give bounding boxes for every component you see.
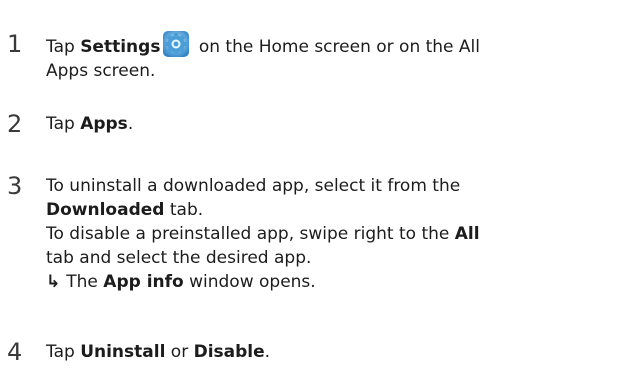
downloaded-tab-label: Downloaded — [46, 200, 165, 220]
step-line: Tap Settings on the Home screen or on th… — [46, 30, 616, 59]
result-line: ↳ The App info window opens. — [46, 272, 316, 292]
result-arrow-icon: ↳ — [46, 272, 61, 292]
step-line: Apps screen. — [46, 61, 156, 81]
step-line: To disable a preinstalled app, swipe rig… — [46, 224, 480, 244]
settings-label: Settings — [80, 37, 161, 57]
step-text: Tap Settings on the Home screen or on th… — [46, 30, 616, 83]
apps-label: Apps — [80, 114, 128, 134]
settings-gear-icon — [162, 30, 190, 58]
all-tab-label: All — [454, 224, 480, 244]
uninstall-label: Uninstall — [80, 342, 166, 362]
app-info-label: App info — [103, 272, 184, 292]
step-number: 4 — [7, 338, 23, 366]
step-text: Tap Uninstall or Disable. — [46, 340, 616, 364]
disable-label: Disable — [193, 342, 265, 362]
step-line: Tap Apps. — [46, 114, 134, 134]
step-number: 2 — [7, 110, 23, 138]
step-line: tab and select the desired app. — [46, 248, 312, 268]
step-line: To uninstall a downloaded app, select it… — [46, 176, 461, 196]
step-text: Tap Apps. — [46, 112, 616, 136]
step-number: 1 — [7, 30, 23, 58]
step-number: 3 — [7, 172, 23, 200]
step-text: To uninstall a downloaded app, select it… — [46, 174, 616, 294]
step-line: Downloaded tab. — [46, 200, 204, 220]
step-line: Tap Uninstall or Disable. — [46, 342, 271, 362]
